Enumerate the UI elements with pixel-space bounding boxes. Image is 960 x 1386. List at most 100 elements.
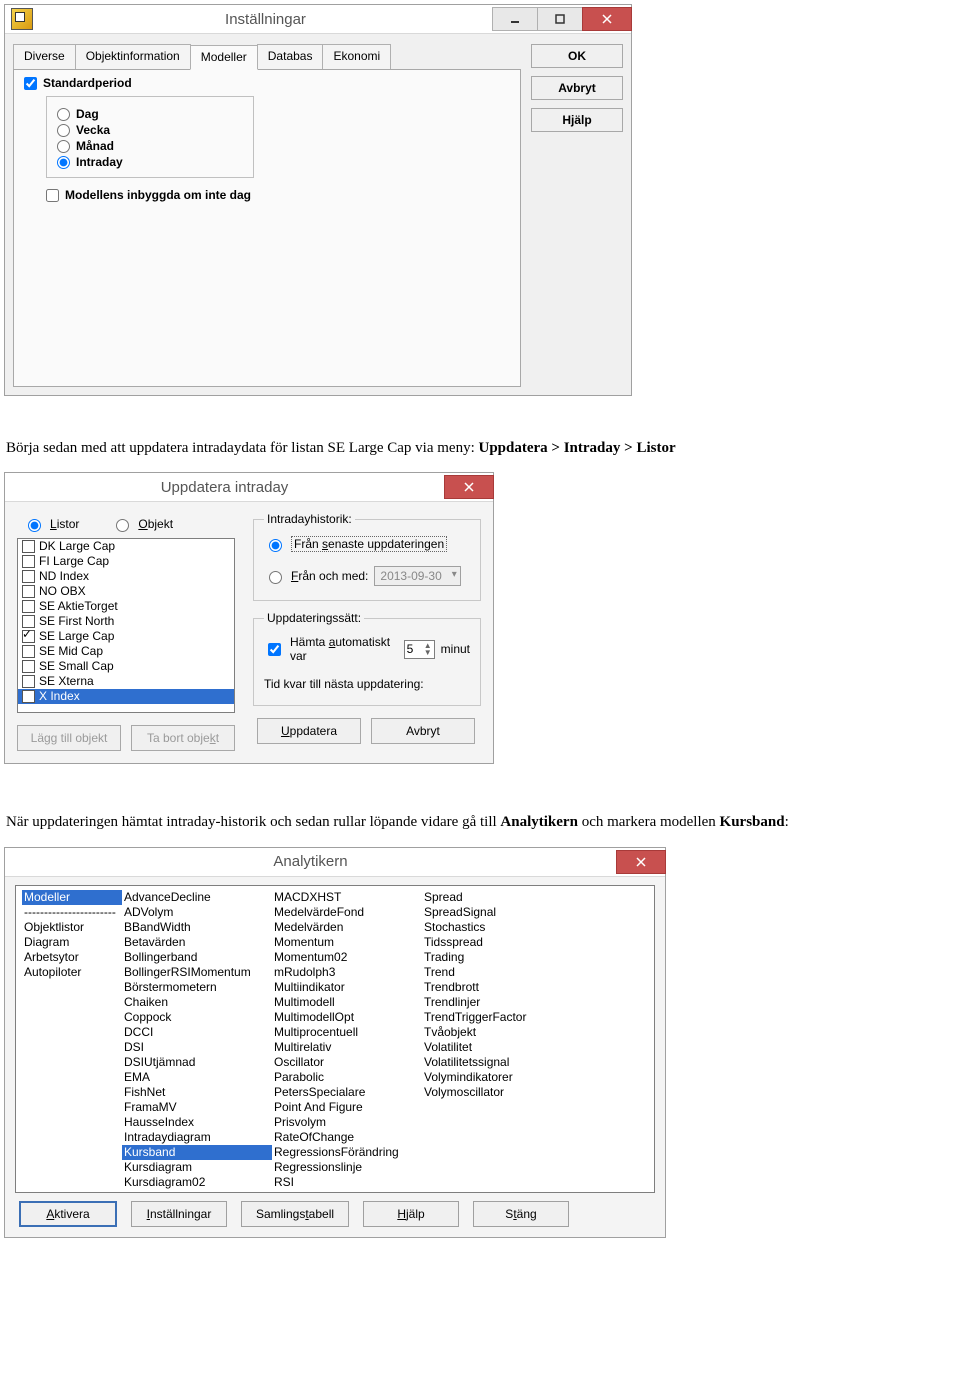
list-item[interactable]: Medelvärden <box>272 920 422 935</box>
list-item[interactable]: BBandWidth <box>122 920 272 935</box>
list-item[interactable]: ADVolym <box>122 905 272 920</box>
list-item[interactable]: Kursdiagram <box>122 1160 272 1175</box>
list-item[interactable]: SE Mid Cap <box>18 644 234 659</box>
list-item[interactable]: Parabolic <box>272 1070 422 1085</box>
list-item[interactable]: RegressionsFörändring <box>272 1145 422 1160</box>
list-item[interactable]: Tvåobjekt <box>422 1025 572 1040</box>
list-item[interactable]: Trading <box>422 950 572 965</box>
list-item[interactable]: NO OBX <box>18 584 234 599</box>
help-button[interactable]: Hjälp <box>363 1201 459 1227</box>
table-button[interactable]: Samlingstabell <box>241 1201 349 1227</box>
close-button[interactable] <box>616 850 666 874</box>
list-item[interactable]: MACD <box>122 1190 272 1193</box>
tab-modeller[interactable]: Modeller <box>190 45 258 70</box>
list-item[interactable]: AdvanceDecline <box>122 890 272 905</box>
checkbox-icon[interactable] <box>22 690 35 703</box>
list-item[interactable]: Point And Figure <box>272 1100 422 1115</box>
add-object-button[interactable]: Lägg till objekt <box>17 725 121 751</box>
list-item[interactable]: MultimodellOpt <box>272 1010 422 1025</box>
tab-ekonomi[interactable]: Ekonomi <box>322 44 391 69</box>
nav-column[interactable]: Modeller-----------------------Objektlis… <box>22 890 122 1188</box>
list-item[interactable]: Prisvolym <box>272 1115 422 1130</box>
checkbox-icon[interactable] <box>22 555 35 568</box>
list-item[interactable]: Trend <box>422 965 572 980</box>
nav-item[interactable]: Diagram <box>22 935 122 950</box>
list-item[interactable]: EMA <box>122 1070 272 1085</box>
checkbox-icon[interactable] <box>22 645 35 658</box>
checkbox-icon[interactable] <box>22 660 35 673</box>
tab-databas[interactable]: Databas <box>257 44 324 69</box>
list-item[interactable]: Bollingerband <box>122 950 272 965</box>
radio-manad[interactable]: Månad <box>57 139 243 153</box>
ok-button[interactable]: OK <box>531 44 623 68</box>
list-item[interactable]: RateOfChange <box>272 1130 422 1145</box>
checkbox-icon[interactable] <box>22 585 35 598</box>
list-item[interactable]: Betavärden <box>122 935 272 950</box>
mode-objekt[interactable]: Objekt <box>111 516 173 532</box>
list-item[interactable]: RSIUtjämnad <box>272 1190 422 1193</box>
mode-listor[interactable]: Listor <box>23 516 79 532</box>
list-item[interactable]: SpreadSignal <box>422 905 572 920</box>
list-item[interactable]: RSI <box>272 1175 422 1190</box>
list-item[interactable]: FI Large Cap <box>18 554 234 569</box>
list-item[interactable]: X Index <box>18 689 234 704</box>
list-item[interactable]: FishNet <box>122 1085 272 1100</box>
model-col-2[interactable]: MACDXHSTMedelvärdeFondMedelvärdenMomentu… <box>272 890 422 1188</box>
list-item[interactable]: Momentum <box>272 935 422 950</box>
list-item[interactable]: SE Xterna <box>18 674 234 689</box>
nav-item[interactable]: Autopiloter <box>22 965 122 980</box>
list-item[interactable]: SE Small Cap <box>18 659 234 674</box>
activate-button[interactable]: Aktivera <box>19 1201 117 1227</box>
list-item[interactable]: Multiindikator <box>272 980 422 995</box>
list-item[interactable]: Trendbrott <box>422 980 572 995</box>
checkbox-icon[interactable] <box>22 630 35 643</box>
checkbox-icon[interactable] <box>22 675 35 688</box>
list-item[interactable]: FramaMV <box>122 1100 272 1115</box>
list-item[interactable]: PetersSpecialare <box>272 1085 422 1100</box>
nav-item[interactable]: Modeller <box>22 890 122 905</box>
radio-vecka[interactable]: Vecka <box>57 123 243 137</box>
list-item[interactable]: DSI <box>122 1040 272 1055</box>
list-item[interactable]: SE Large Cap <box>18 629 234 644</box>
list-item[interactable]: Volymoscillator <box>422 1085 572 1100</box>
nav-item[interactable]: Objektlistor <box>22 920 122 935</box>
list-item[interactable]: SE AktieTorget <box>18 599 234 614</box>
opt-recent[interactable]: Från senaste uppdateringen <box>264 536 470 552</box>
nav-item[interactable]: Arbetsytor <box>22 950 122 965</box>
list-item[interactable]: Spread <box>422 890 572 905</box>
list-item[interactable]: Kursdiagram02 <box>122 1175 272 1190</box>
remove-object-button[interactable]: Ta bort objekt <box>131 725 235 751</box>
date-picker[interactable]: 2013-09-30 <box>374 566 460 586</box>
list-item[interactable]: ND Index <box>18 569 234 584</box>
tab-diverse[interactable]: Diverse <box>13 44 76 69</box>
list-item[interactable]: Multirelativ <box>272 1040 422 1055</box>
help-button[interactable]: Hjälp <box>531 108 623 132</box>
nav-item[interactable]: ----------------------- <box>22 905 122 920</box>
list-item[interactable]: MedelvärdeFond <box>272 905 422 920</box>
list-item[interactable]: TrendTriggerFactor <box>422 1010 572 1025</box>
checkbox-icon[interactable] <box>22 570 35 583</box>
list-item[interactable]: Volymindikatorer <box>422 1070 572 1085</box>
list-item[interactable]: Volatilitet <box>422 1040 572 1055</box>
list-item[interactable]: Börstermometern <box>122 980 272 995</box>
model-col-1[interactable]: AdvanceDeclineADVolymBBandWidthBetavärde… <box>122 890 272 1188</box>
list-item[interactable]: Kursband <box>122 1145 272 1160</box>
list-item[interactable]: Volatilitetssignal <box>422 1055 572 1070</box>
list-item[interactable]: MACDXHST <box>272 890 422 905</box>
minimize-button[interactable] <box>492 7 538 31</box>
model-list[interactable]: Modeller-----------------------Objektlis… <box>15 885 655 1193</box>
tab-objektinformation[interactable]: Objektinformation <box>75 44 191 69</box>
radio-intraday[interactable]: Intraday <box>57 155 243 169</box>
cancel-button[interactable]: Avbryt <box>531 76 623 100</box>
lists-listbox[interactable]: DK Large CapFI Large CapND IndexNO OBXSE… <box>17 538 235 713</box>
update-button[interactable]: Uppdatera <box>257 718 361 744</box>
list-item[interactable]: Momentum02 <box>272 950 422 965</box>
list-item[interactable]: Stochastics <box>422 920 572 935</box>
list-item[interactable]: Regressionslinje <box>272 1160 422 1175</box>
list-item[interactable]: SE First North <box>18 614 234 629</box>
list-item[interactable]: DSIUtjämnad <box>122 1055 272 1070</box>
inner-checkbox[interactable]: Modellens inbyggda om inte dag <box>46 188 510 202</box>
list-item[interactable]: Coppock <box>122 1010 272 1025</box>
close-button[interactable] <box>582 7 632 31</box>
close-dialog-button[interactable]: Stäng <box>473 1201 569 1227</box>
